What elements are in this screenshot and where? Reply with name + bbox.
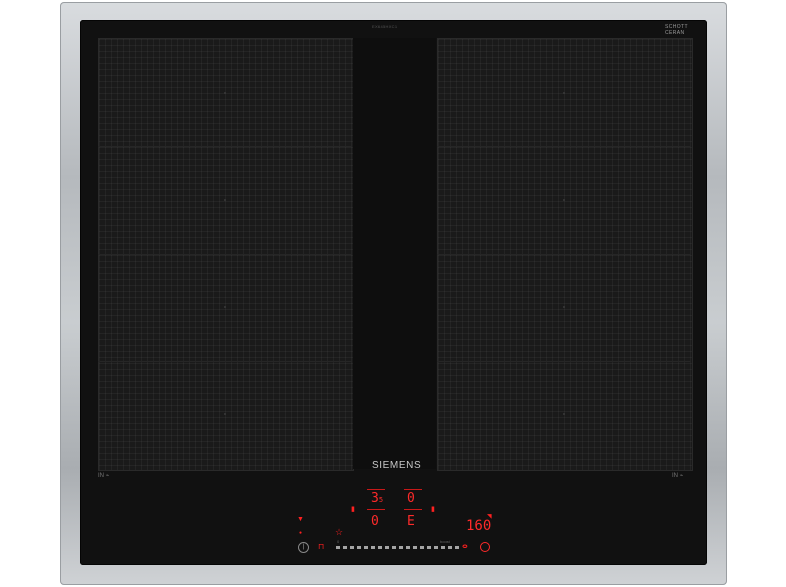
right-zone-indicator-label: IN <box>672 473 678 479</box>
induction-coil-icon: ⌁ <box>105 473 110 479</box>
favourite-icon[interactable]: ☆ <box>335 527 343 538</box>
zone-divider <box>98 146 352 147</box>
zone-center-mark <box>563 92 565 94</box>
slider-end-label: boost <box>440 539 450 544</box>
front-left-level-display[interactable]: 35 <box>371 492 383 507</box>
wifi-icon[interactable]: ◥ <box>487 513 492 520</box>
zone-dot-icon: ● <box>299 530 303 536</box>
timer-display[interactable]: 160 <box>466 518 492 534</box>
zone-left-marker-icon: ▮ <box>351 506 355 513</box>
power-level-slider[interactable] <box>336 546 462 549</box>
rear-right-level: E <box>407 514 415 529</box>
zone-select-line <box>367 509 385 510</box>
zone-center-mark <box>563 199 565 201</box>
timer-value: 160 <box>466 518 492 534</box>
zone-divider <box>437 361 691 362</box>
zone-center-mark <box>224 306 226 308</box>
front-right-level: 0 <box>407 491 415 506</box>
induction-coil-icon: ⌁ <box>679 473 684 479</box>
zone-center-mark <box>224 413 226 415</box>
zone-divider <box>437 146 691 147</box>
zone-center-mark <box>224 199 226 201</box>
zone-divider <box>98 254 352 255</box>
zone-right-marker-icon: ▮ <box>431 506 435 513</box>
rear-left-level-display[interactable]: 0 <box>371 515 379 528</box>
zone-divider <box>437 254 691 255</box>
front-left-level-sub: 5 <box>378 496 384 504</box>
right-zone-indicator: IN ⌁ <box>672 472 683 479</box>
front-right-level-display[interactable]: 0 <box>407 492 415 505</box>
brand-logo: SIEMENS <box>372 460 422 471</box>
power-icon[interactable]: | <box>298 542 309 553</box>
zone-center-mark <box>563 413 565 415</box>
child-lock-icon[interactable]: ⊓ <box>318 542 324 551</box>
left-zone-indicator-label: IN <box>98 473 104 479</box>
left-zone-indicator: IN ⌁ <box>98 472 109 479</box>
timer-icon[interactable] <box>480 542 490 552</box>
zone-select-line <box>404 489 422 490</box>
front-left-level: 3 <box>371 491 379 506</box>
glass-brand-label: SCHOTT CERAN <box>665 24 688 36</box>
zone-divider <box>98 361 352 362</box>
zone-select-line <box>404 509 422 510</box>
center-strip <box>353 38 436 469</box>
zone-center-mark <box>224 92 226 94</box>
rear-left-level: 0 <box>371 514 379 529</box>
glass-brand-line2: CERAN <box>665 30 685 36</box>
zone-center-mark <box>563 306 565 308</box>
zone-selector-icon[interactable]: ▼ <box>297 516 304 523</box>
frying-sensor-icon[interactable]: ⴰ <box>462 540 468 551</box>
rear-right-level-display[interactable]: E <box>407 515 415 528</box>
zone-select-line <box>367 489 385 490</box>
model-label: EX645HXC1 <box>372 24 398 29</box>
slider-start-label: 0 <box>337 539 340 544</box>
